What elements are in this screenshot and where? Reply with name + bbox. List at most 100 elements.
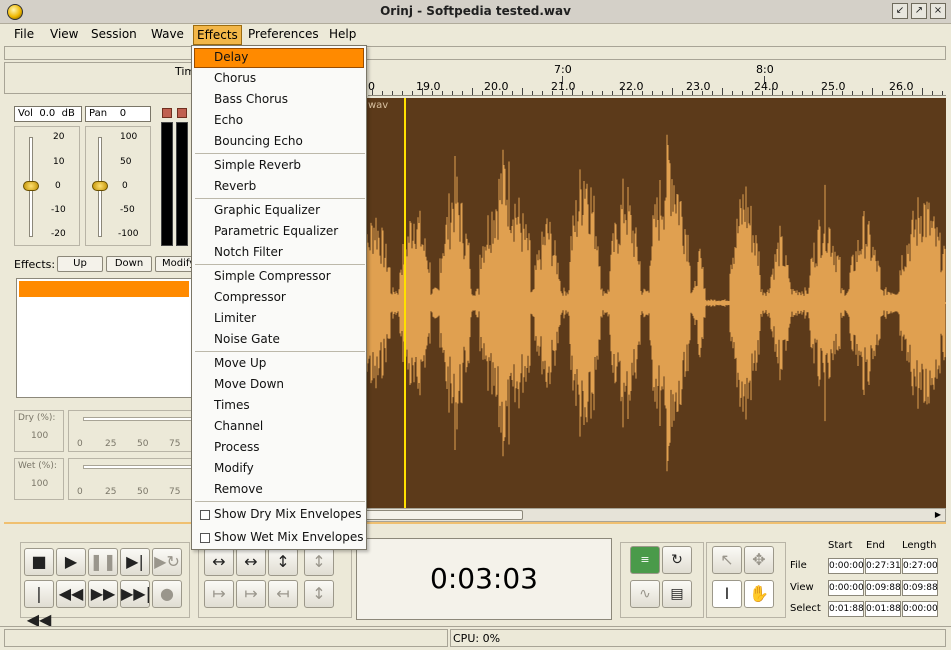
menu-item-parametric-equalizer[interactable]: Parametric Equalizer bbox=[214, 224, 338, 238]
dry-slider[interactable]: 0 25 50 75 bbox=[68, 410, 193, 452]
go-end-button[interactable]: ▶▶| bbox=[120, 580, 151, 608]
rewind-button[interactable]: ◀◀ bbox=[56, 580, 86, 608]
waveform-view[interactable]: wav bbox=[360, 98, 946, 508]
volume-field[interactable]: Vol 0.0 dB bbox=[14, 106, 82, 122]
effects-list[interactable] bbox=[16, 278, 192, 398]
file-length[interactable]: 0:27:00 bbox=[902, 558, 938, 574]
effect-modify-button[interactable]: Modify bbox=[155, 256, 193, 272]
loop-play-button[interactable]: ▶↻ bbox=[152, 548, 182, 576]
select-end[interactable]: 0:01:88 bbox=[865, 601, 901, 617]
effect-up-button[interactable]: Up bbox=[57, 256, 103, 272]
piano-roll-icon[interactable]: ▤ bbox=[662, 580, 692, 608]
menu-item-bouncing-echo[interactable]: Bouncing Echo bbox=[214, 134, 303, 148]
view-end[interactable]: 0:09:88 bbox=[865, 580, 901, 596]
menu-item-remove[interactable]: Remove bbox=[214, 482, 263, 496]
maximize-button[interactable]: ↗ bbox=[911, 3, 927, 19]
menu-item-channel[interactable]: Channel bbox=[214, 419, 263, 433]
zoom-selection-out-button[interactable]: ↤ bbox=[268, 580, 298, 608]
menu-item-move-down[interactable]: Move Down bbox=[214, 377, 284, 391]
grid-row-label: File bbox=[790, 560, 807, 571]
zoom-in-horizontal-button[interactable]: ↔ bbox=[204, 548, 234, 576]
dry-mix-checkbox[interactable] bbox=[200, 510, 210, 520]
zoom-out-horizontal-button[interactable]: ↔ bbox=[236, 548, 266, 576]
menu-item-echo[interactable]: Echo bbox=[214, 113, 243, 127]
grid-header-end: End bbox=[866, 540, 886, 551]
title-bar: Orinj - Softpedia tested.wav ↙ ↗ × bbox=[0, 0, 951, 24]
pan-knob[interactable] bbox=[92, 181, 108, 191]
menu-item-graphic-equalizer[interactable]: Graphic Equalizer bbox=[214, 203, 320, 217]
pan-field[interactable]: Pan 0 bbox=[85, 106, 151, 122]
playhead[interactable] bbox=[404, 98, 406, 508]
file-start[interactable]: 0:00:00 bbox=[828, 558, 864, 574]
scroll-right-arrow[interactable]: ▶ bbox=[932, 510, 944, 520]
menu-item-show-wet-mix-envelopes[interactable]: Show Wet Mix Envelopes bbox=[214, 530, 363, 544]
volume-slider[interactable]: 20 10 0 -10 -20 bbox=[14, 126, 80, 246]
wet-slider[interactable]: 0 25 50 75 bbox=[68, 458, 193, 500]
menu-view[interactable]: View bbox=[50, 27, 78, 41]
clip-led-left bbox=[162, 108, 172, 118]
menu-item-simple-reverb[interactable]: Simple Reverb bbox=[214, 158, 301, 172]
stop-button[interactable]: ■ bbox=[24, 548, 54, 576]
effect-down-button[interactable]: Down bbox=[106, 256, 152, 272]
menu-file[interactable]: File bbox=[14, 27, 34, 41]
menu-item-limiter[interactable]: Limiter bbox=[214, 311, 256, 325]
move-tool[interactable]: ✥ bbox=[744, 546, 774, 574]
menu-preferences[interactable]: Preferences bbox=[248, 27, 319, 41]
time-ruler[interactable]: 7:0 8:0 0 19.0 20.0 21.0 22.0 23.0 24.0 … bbox=[368, 62, 946, 96]
pause-button[interactable]: ❚❚ bbox=[88, 548, 118, 576]
menu-item-bass-chorus[interactable]: Bass Chorus bbox=[214, 92, 288, 106]
menu-item-chorus[interactable]: Chorus bbox=[214, 71, 256, 85]
wave-view-icon[interactable]: ∿ bbox=[630, 580, 660, 608]
menu-item-delay[interactable]: Delay bbox=[214, 50, 248, 64]
menu-item-noise-gate[interactable]: Noise Gate bbox=[214, 332, 280, 346]
level-meter-left bbox=[161, 122, 173, 246]
effects-list-selected-row[interactable] bbox=[19, 281, 189, 297]
menu-effects[interactable]: Effects bbox=[193, 25, 242, 45]
scroll-thumb[interactable] bbox=[365, 510, 523, 520]
menu-item-move-up[interactable]: Move Up bbox=[214, 356, 266, 370]
close-button[interactable]: × bbox=[930, 3, 946, 19]
record-button[interactable]: ● bbox=[152, 580, 182, 608]
zoom-full-button[interactable]: ↕ bbox=[268, 548, 298, 576]
zoom-in-vertical-button[interactable]: ↕ bbox=[304, 548, 334, 576]
zoom-selection-button[interactable]: ↦ bbox=[204, 580, 234, 608]
effects-dropdown-menu: Delay Chorus Bass Chorus Echo Bouncing E… bbox=[191, 45, 367, 550]
play-to-end-button[interactable]: ▶| bbox=[120, 548, 150, 576]
pan-slider[interactable]: 100 50 0 -50 -100 bbox=[85, 126, 151, 246]
minimize-button[interactable]: ↙ bbox=[892, 3, 908, 19]
menu-item-modify[interactable]: Modify bbox=[214, 461, 254, 475]
wet-mix-checkbox[interactable] bbox=[200, 533, 210, 543]
file-end[interactable]: 0:27:31 bbox=[865, 558, 901, 574]
menu-help[interactable]: Help bbox=[329, 27, 356, 41]
menu-item-reverb[interactable]: Reverb bbox=[214, 179, 256, 193]
session-view-icon[interactable]: ≡ bbox=[630, 546, 660, 574]
menu-item-show-dry-mix-envelopes[interactable]: Show Dry Mix Envelopes bbox=[214, 507, 362, 521]
menu-item-times[interactable]: Times bbox=[214, 398, 250, 412]
select-length[interactable]: 0:00:00 bbox=[902, 601, 938, 617]
view-start[interactable]: 0:00:00 bbox=[828, 580, 864, 596]
ruler-minor-label: 19.0 bbox=[416, 80, 441, 93]
select-arrow-tool[interactable]: ↖ bbox=[712, 546, 742, 574]
zoom-selection-in-button[interactable]: ↦ bbox=[236, 580, 266, 608]
menu-item-compressor[interactable]: Compressor bbox=[214, 290, 286, 304]
level-meter-right bbox=[176, 122, 188, 246]
zoom-out-vertical-button[interactable]: ↕ bbox=[304, 580, 334, 608]
loop-view-icon[interactable]: ↻ bbox=[662, 546, 692, 574]
text-cursor-tool[interactable]: I bbox=[712, 580, 742, 608]
view-length[interactable]: 0:09:88 bbox=[902, 580, 938, 596]
horizontal-scrollbar[interactable]: ▶ bbox=[360, 508, 946, 522]
menu-wave[interactable]: Wave bbox=[151, 27, 184, 41]
go-start-button[interactable]: |◀◀ bbox=[24, 580, 54, 629]
menu-session[interactable]: Session bbox=[91, 27, 137, 41]
forward-button[interactable]: ▶▶ bbox=[88, 580, 118, 608]
ruler-minor-label: 24.0 bbox=[754, 80, 779, 93]
grid-header-length: Length bbox=[902, 540, 937, 551]
hand-tool[interactable]: ✋ bbox=[744, 580, 774, 608]
menu-item-notch-filter[interactable]: Notch Filter bbox=[214, 245, 283, 259]
menu-item-simple-compressor[interactable]: Simple Compressor bbox=[214, 269, 331, 283]
select-start[interactable]: 0:01:88 bbox=[828, 601, 864, 617]
time-readout: 0:03:03 bbox=[430, 562, 538, 595]
menu-item-process[interactable]: Process bbox=[214, 440, 260, 454]
play-button[interactable]: ▶ bbox=[56, 548, 86, 576]
volume-knob[interactable] bbox=[23, 181, 39, 191]
